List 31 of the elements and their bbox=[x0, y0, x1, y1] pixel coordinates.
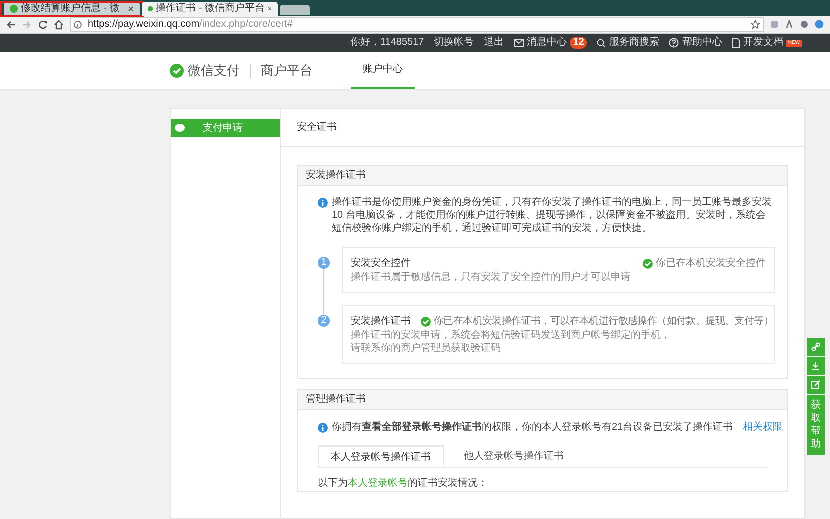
account-tab[interactable]: 他人登录帐号操作证书 bbox=[444, 445, 584, 467]
step-description: 操作证书属于敏感信息，只有安装了安全控件的用户才可以申请 bbox=[351, 271, 632, 284]
brand-text: 微信支付 bbox=[188, 62, 240, 80]
step-title: 安装操作证书 bbox=[351, 314, 411, 329]
status-text: 你已在本机安装安全控件 bbox=[643, 258, 766, 268]
page-title: 安全证书 bbox=[281, 109, 804, 147]
section-title: 管理操作证书 bbox=[298, 390, 787, 410]
platform-text: 商户平台 bbox=[261, 62, 313, 80]
help-link[interactable]: 帮助中心 bbox=[669, 38, 722, 48]
status-text: 你已在本机安装操作证书，可以在本机进行敏感操作（如付款、提现、支付等） bbox=[421, 316, 774, 326]
topbar-link[interactable]: 退出 bbox=[484, 38, 504, 48]
step-title: 安装安全控件 bbox=[351, 256, 411, 271]
account-tab[interactable]: 本人登录帐号操作证书 bbox=[318, 445, 444, 467]
count-badge: 12 bbox=[570, 37, 588, 49]
url-text: https://pay.weixin.qq.com/index.php/core/cert# bbox=[88, 18, 293, 30]
step-number: 1 bbox=[318, 257, 330, 269]
greeting-text: 你好，11485517 bbox=[350, 38, 424, 48]
notice-text: 操作证书是你使用账户资金的身份凭证，只有在你安装了操作证书的电脑上，同一员工账号最多安装 10 台电脑设备，才能使用你的账户进行转账、提现等操作，以保障资金不被盗用。安装时，系统会短信校验你账户绑定的手机，通过验证即可完成证书的安装，方便快捷。 bbox=[332, 196, 773, 235]
step-number: 2 bbox=[318, 315, 330, 327]
messages-link[interactable]: 消息中心 12 bbox=[514, 37, 588, 49]
step-description: 请联系你的商户管理员获取验证码 bbox=[351, 342, 502, 355]
summary-text: 以下为本人登录帐号的证书安装情况： bbox=[318, 476, 489, 491]
step-description: 操作证书的安装申请，系统会将短信验证码发送到商户帐号绑定的手机， bbox=[351, 329, 672, 342]
address-field[interactable]: https://pay.weixin.qq.com/index.php/core/cert# bbox=[70, 17, 764, 32]
nav-tab[interactable]: 账户中心 bbox=[351, 52, 415, 89]
topbar-link[interactable]: 切换帐号 bbox=[434, 38, 474, 48]
search-link[interactable]: 服务商搜索 bbox=[597, 38, 660, 48]
section-title: 安装操作证书 bbox=[298, 166, 787, 186]
browser-tab[interactable]: 操作证书 - 微信商户平台 bbox=[142, 2, 278, 16]
permissions-link[interactable]: 相关权限 bbox=[743, 420, 784, 435]
notice-text: 你拥有查看全部登录帐号操作证书的权限，你的本人登录帐号有21台设备已安装了操作证书 bbox=[332, 420, 734, 435]
